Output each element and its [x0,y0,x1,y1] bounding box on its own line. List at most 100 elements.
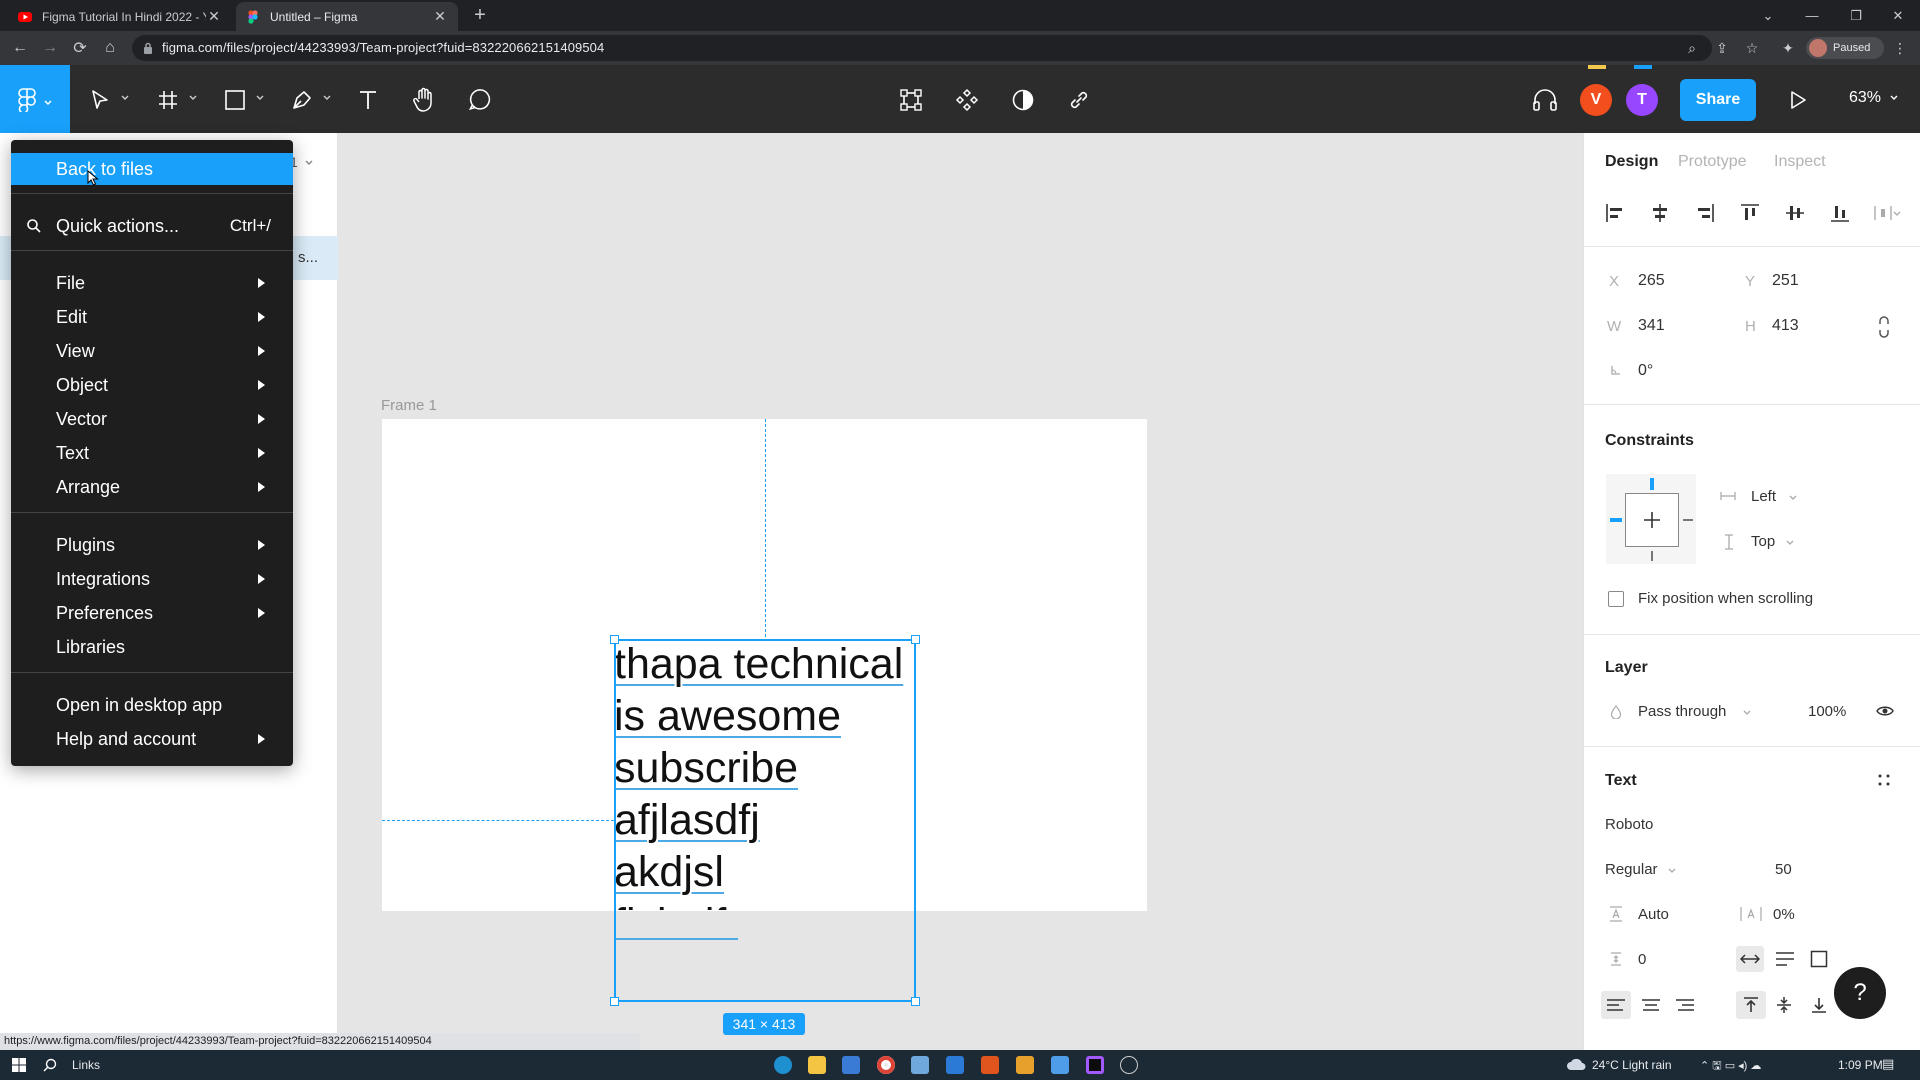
weather-text[interactable]: 24°C Light rain [1592,1058,1672,1072]
restore-button[interactable]: ❐ [1836,0,1876,31]
distribute-icon[interactable] [1872,202,1894,224]
windows-start-icon[interactable] [12,1058,26,1072]
menu-item-vector[interactable]: Vector [11,403,293,435]
component-icon[interactable] [952,85,982,115]
mask-icon[interactable] [1008,85,1038,115]
clock-time[interactable]: 1:09 PM [1838,1058,1883,1072]
zoom-level[interactable]: 63% [1849,89,1881,107]
fix-position-checkbox[interactable] [1608,591,1624,607]
menu-item-file[interactable]: File [11,267,293,299]
figma-app-icon[interactable] [1086,1056,1104,1074]
letter-spacing-input[interactable]: 0% [1773,906,1795,923]
constraint-top-bar[interactable] [1650,478,1654,490]
avatar-v[interactable]: V [1580,84,1612,116]
resize-handle[interactable] [610,635,619,644]
resize-handle[interactable] [610,997,619,1006]
app-icon[interactable] [1051,1056,1069,1074]
resize-handle[interactable] [911,635,920,644]
align-vertical-center-icon[interactable] [1784,202,1806,224]
app-icon[interactable] [1016,1056,1034,1074]
chevron-down-icon[interactable] [256,95,264,101]
link-icon[interactable] [1064,85,1094,115]
frame-label[interactable]: Frame 1 [381,397,437,414]
chevron-down-icon[interactable] [1890,95,1898,101]
chevron-down-icon[interactable] [323,95,331,101]
new-tab-button[interactable]: + [468,4,492,28]
chevron-down-icon[interactable] [1893,211,1901,216]
share-page-icon[interactable]: ⇪ [1712,38,1732,58]
move-tool-icon[interactable] [85,85,115,115]
menu-item-plugins[interactable]: Plugins [11,529,293,561]
browser-tab-youtube[interactable]: Figma Tutorial In Hindi 2022 - Yo ✕ [8,2,232,31]
align-top-icon[interactable] [1739,202,1761,224]
taskbar-search-label[interactable]: Links [72,1058,100,1072]
menu-item-quick-actions[interactable]: Quick actions... Ctrl+/ [11,210,293,242]
text-align-right-icon[interactable] [1675,998,1695,1012]
line-height-input[interactable]: Auto [1638,906,1669,923]
search-icon[interactable] [43,1058,57,1072]
headphones-icon[interactable] [1530,85,1560,115]
constraint-right-bar[interactable] [1683,519,1693,521]
paragraph-spacing-input[interactable]: 0 [1638,951,1646,968]
blend-mode-select[interactable]: Pass through [1638,703,1726,720]
hand-tool-icon[interactable] [409,85,439,115]
font-weight-select[interactable]: Regular [1605,861,1658,878]
eye-icon[interactable] [1876,705,1894,717]
file-explorer-icon[interactable] [808,1056,826,1074]
align-bottom-icon[interactable] [1829,202,1851,224]
rotation-input[interactable]: 0° [1638,362,1653,380]
main-menu-button[interactable] [0,65,70,133]
menu-item-open-desktop-app[interactable]: Open in desktop app [11,689,293,721]
chevron-down-icon[interactable] [305,160,313,166]
menu-item-arrange[interactable]: Arrange [11,471,293,503]
close-tab-icon[interactable]: ✕ [432,8,448,25]
align-right-icon[interactable] [1694,202,1716,224]
constraint-bottom-bar[interactable] [1651,551,1653,561]
edge-icon[interactable] [774,1056,792,1074]
notification-icon[interactable]: ▤ [1882,1056,1894,1072]
clock-app-icon[interactable] [1120,1056,1138,1074]
mail-icon[interactable] [842,1056,860,1074]
auto-height-icon[interactable] [1775,951,1795,967]
horizontal-constraint-select[interactable]: Left [1751,488,1776,505]
align-horizontal-center-icon[interactable] [1649,202,1671,224]
home-icon[interactable]: ⌂ [98,36,122,60]
chevron-down-icon[interactable] [1786,540,1794,545]
vertical-align-bottom-icon[interactable] [1810,996,1828,1014]
menu-item-text[interactable]: Text [11,437,293,469]
office-icon[interactable] [981,1056,999,1074]
close-tab-icon[interactable]: ✕ [206,8,222,25]
chrome-icon[interactable] [877,1056,895,1074]
menu-item-preferences[interactable]: Preferences [11,597,293,629]
menu-item-back-to-files[interactable]: Back to files [11,153,293,185]
auto-width-button[interactable] [1736,946,1764,972]
font-size-input[interactable]: 50 [1775,861,1792,878]
menu-item-libraries[interactable]: Libraries [11,631,293,663]
tab-design[interactable]: Design [1605,153,1658,171]
avatar-t[interactable]: T [1626,84,1658,116]
fixed-size-icon[interactable] [1810,950,1828,968]
tab-prototype[interactable]: Prototype [1678,153,1746,171]
tab-inspect[interactable]: Inspect [1774,153,1826,171]
y-input[interactable]: 251 [1772,272,1799,290]
align-left-icon[interactable] [1604,202,1626,224]
chevron-down-icon[interactable] [1668,868,1676,873]
constraint-left-bar[interactable] [1610,518,1622,522]
zoom-icon[interactable]: ⌕ [1682,38,1702,58]
menu-item-view[interactable]: View [11,335,293,367]
present-play-icon[interactable] [1783,85,1813,115]
forward-icon[interactable]: → [38,36,62,60]
chevron-down-icon[interactable] [121,95,129,101]
comment-tool-icon[interactable] [465,85,495,115]
vscode-icon[interactable] [946,1056,964,1074]
help-button[interactable]: ? [1834,967,1886,1019]
menu-item-help-and-account[interactable]: Help and account [11,723,293,755]
selection-box[interactable] [614,639,916,1002]
pen-tool-icon[interactable] [287,85,317,115]
constrain-proportions-icon[interactable] [1877,316,1891,338]
browser-menu-icon[interactable]: ⋮ [1890,38,1910,58]
vertical-align-top-button[interactable] [1736,991,1766,1019]
resize-handle[interactable] [911,997,920,1006]
chevron-down-icon[interactable] [1789,495,1797,500]
extensions-icon[interactable]: ✦ [1778,38,1798,58]
